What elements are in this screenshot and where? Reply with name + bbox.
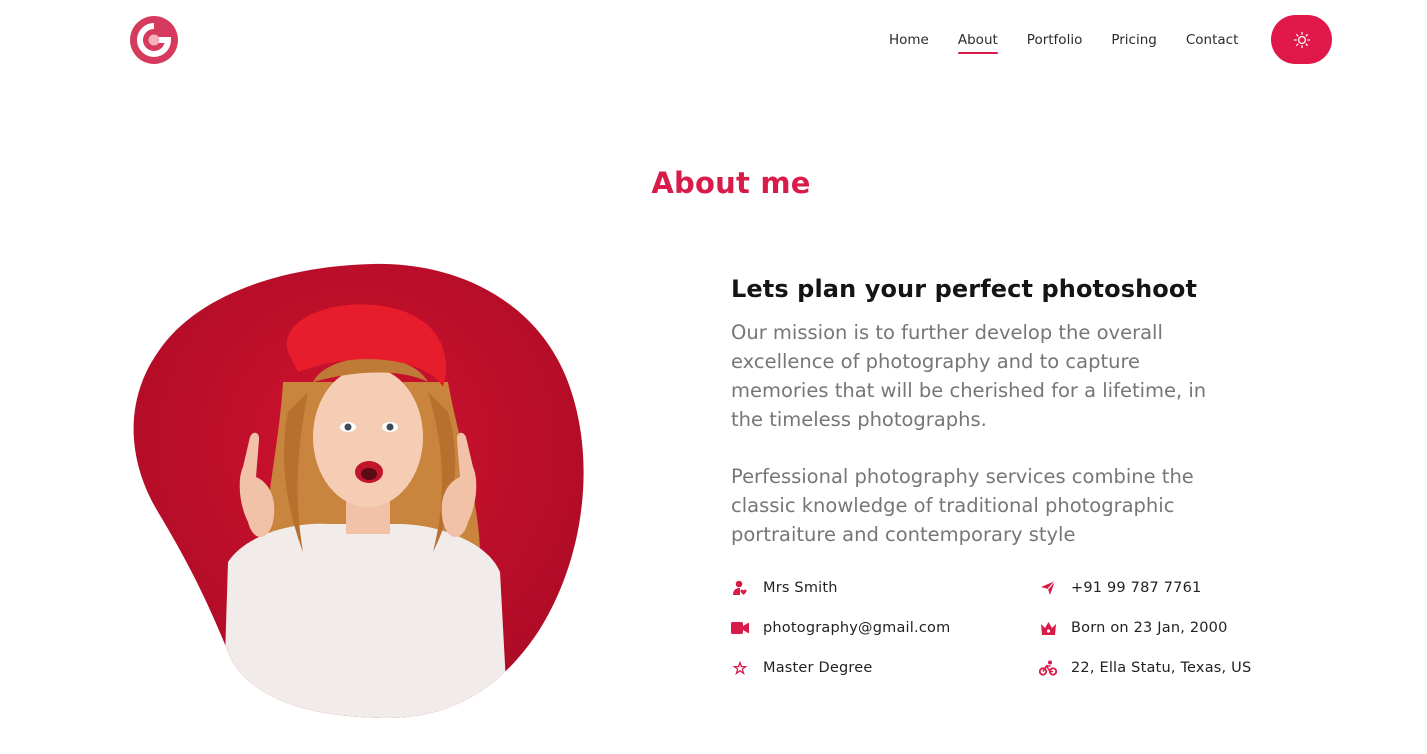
sun-icon [1293, 31, 1310, 48]
video-camera-icon [731, 619, 749, 637]
personal-info-list: Mrs Smith +91 99 787 7761 photography@gm… [731, 577, 1291, 679]
section-title: About me [651, 166, 811, 200]
info-text: Mrs Smith [763, 580, 838, 596]
info-phone: +91 99 787 7761 [1039, 577, 1291, 599]
nav-home[interactable]: Home [889, 29, 929, 51]
theme-toggle-button[interactable] [1271, 15, 1332, 64]
main-nav: Home About Portfolio Pricing Contact [889, 29, 1267, 54]
star-icon [731, 659, 749, 677]
info-text: +91 99 787 7761 [1071, 580, 1202, 596]
services-paragraph: Perfessional photography services combin… [731, 465, 1194, 546]
profile-photo [133, 263, 584, 718]
nav-contact[interactable]: Contact [1186, 29, 1239, 51]
about-subtitle: Lets plan your perfect photoshoot [731, 275, 1198, 303]
about-page: Home About Portfolio Pricing Contact Abo… [0, 0, 1427, 754]
nav-pricing[interactable]: Pricing [1111, 29, 1157, 51]
info-text: Born on 23 Jan, 2000 [1071, 620, 1228, 636]
info-text: Master Degree [763, 660, 873, 676]
info-birthday: Born on 23 Jan, 2000 [1039, 617, 1291, 639]
info-text: 22, Ella Statu, Texas, US [1071, 660, 1252, 676]
about-content: Lets plan your perfect photoshoot Our mi… [731, 270, 1291, 549]
mission-paragraph: Our mission is to further develop the ov… [731, 321, 1207, 431]
send-icon [1039, 579, 1057, 597]
info-address: 22, Ella Statu, Texas, US [1039, 657, 1291, 679]
user-heart-icon [731, 579, 749, 597]
nav-portfolio[interactable]: Portfolio [1027, 29, 1083, 51]
info-text: photography@gmail.com [763, 620, 951, 636]
bicycle-icon [1039, 659, 1057, 677]
nav-about[interactable]: About [957, 29, 998, 54]
info-name: Mrs Smith [731, 577, 1039, 599]
camera-lens-logo[interactable] [128, 14, 180, 66]
info-education: Master Degree [731, 657, 1039, 679]
info-email: photography@gmail.com [731, 617, 1039, 639]
crown-icon [1039, 619, 1057, 637]
